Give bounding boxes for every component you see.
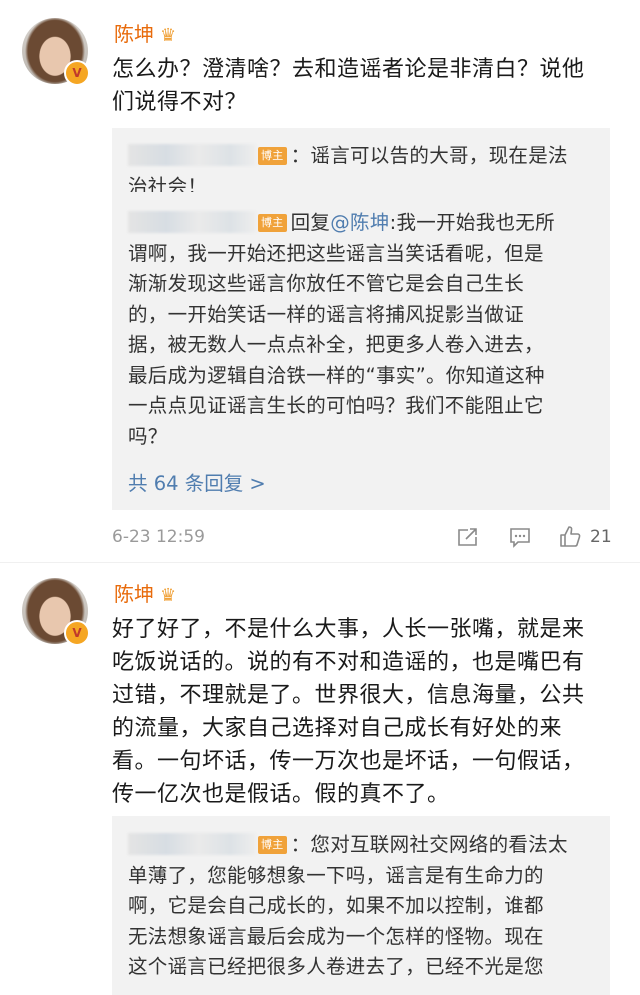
reply-line: 的，一开始笑话一样的谣言将捕风捉影当做证	[128, 302, 525, 326]
reply-line: 最后成为逻辑自洽铁一样的“事实”。你知道这种	[128, 363, 545, 387]
comment-text: 好了好了，不是什么大事，人长一张嘴，就是来 吃饭说话的。说的有不对和造谣的，也是…	[112, 613, 612, 811]
reply-line: 无法想象谣言最后会成为一个怎样的怪物。现在	[128, 924, 544, 948]
reply-line: 这个谣言已经把很多人卷进去了，已经不光是您	[128, 955, 544, 978]
author-tag: 博主	[258, 147, 287, 165]
comment-text: 怎么办？澄清啥？去和造谣者论是非清白？说他 们说得不对？	[112, 53, 612, 119]
comment-meta: 6-23 12:59 21	[112, 522, 612, 552]
comment-line: 怎么办？澄清啥？去和造谣者论是非清白？说他	[112, 57, 585, 82]
reply-line: 单薄了，您能够想象一下吗，谣言是有生命力的	[128, 863, 544, 887]
timestamp: 6-23 12:59	[112, 527, 205, 547]
reply-text: ：谣言可以告的大哥，现在是法	[290, 144, 568, 167]
comment-icon[interactable]	[508, 525, 532, 549]
reply-box[interactable]: 博主 ：您对互联网社交网络的看法太 单薄了，您能够想象一下吗，谣言是有生命力的 啊…	[112, 816, 610, 995]
reply-text: :我一开始我也无所	[389, 211, 555, 234]
reply-line: 吗？	[128, 424, 168, 448]
avatar[interactable]: V	[22, 18, 90, 86]
blurred-username	[128, 833, 256, 855]
blurred-username	[128, 144, 256, 166]
reply-box[interactable]: 博主 ：谣言可以告的大哥，现在是法 治社会！ 博主 回复@陈坤:我一开始我也无所 谓…	[112, 128, 610, 510]
mention-link[interactable]: @陈坤	[330, 211, 389, 234]
reply-line: 渐渐发现这些谣言你放任不管它是会自己生长	[128, 272, 525, 295]
like-count: 21	[590, 527, 612, 547]
reply-item[interactable]: 博主 ：谣言可以告的大哥，现在是法 治社会！	[128, 141, 598, 192]
reply-line: 据，被无数人一点点补全，把更多人卷入进去，	[128, 333, 544, 356]
username-label: 陈坤	[114, 582, 154, 606]
comment-line: 好了好了，不是什么大事，人长一张嘴，就是来	[112, 617, 585, 642]
reply-line: 博主 ：您对互联网社交网络的看法太	[128, 830, 598, 861]
like-icon[interactable]	[558, 525, 582, 549]
reply-prefix: 回复	[290, 211, 331, 234]
reply-line: 啊，它是会自己成长的，如果不加以控制，谁都	[128, 894, 544, 917]
reply-item[interactable]: 博主 ：您对互联网社交网络的看法太 单薄了，您能够想象一下吗，谣言是有生命力的 啊…	[128, 830, 598, 983]
comment-line: 看。一句坏话，传一万次也是坏话，一句假话，	[112, 749, 585, 774]
verified-badge-icon: V	[64, 60, 90, 86]
reply-line: 博主 回复@陈坤:我一开始我也无所	[128, 208, 598, 239]
comment-line: 传一亿次也是假话。假的真不了。	[112, 782, 450, 807]
blurred-username	[128, 211, 256, 233]
comment-line: 吃饭说话的。说的有不对和造谣的，也是嘴巴有	[112, 650, 585, 675]
comment-line: 的流量，大家自己选择对自己成长有好处的来	[112, 716, 563, 741]
reply-text: ：您对互联网社交网络的看法太	[290, 833, 568, 856]
username-label: 陈坤	[114, 22, 154, 46]
reply-line: 治社会！	[128, 174, 208, 192]
reply-line: 一点点见证谣言生长的可怕吗？我们不能阻止它	[128, 394, 544, 417]
comment-line: 们说得不对？	[112, 90, 248, 115]
crown-icon: ♛	[160, 25, 177, 46]
reply-line: 博主 ：谣言可以告的大哥，现在是法	[128, 141, 598, 172]
verified-badge-icon: V	[64, 620, 90, 646]
comment-line: 过错，不理就是了。世界很大，信息海量，公共	[112, 683, 585, 708]
username[interactable]: 陈坤 ♛	[114, 580, 176, 610]
reply-item[interactable]: 博主 回复@陈坤:我一开始我也无所 谓啊，我一开始还把这些谣言当笑话看呢，但是 渐…	[128, 208, 598, 452]
reply-line: 谓啊，我一开始还把这些谣言当笑话看呢，但是	[128, 241, 544, 265]
crown-icon: ♛	[160, 585, 177, 606]
divider	[0, 562, 640, 563]
username[interactable]: 陈坤 ♛	[114, 20, 176, 50]
author-tag: 博主	[258, 214, 287, 232]
share-icon[interactable]	[456, 525, 480, 549]
avatar[interactable]: V	[22, 578, 90, 646]
more-replies-link[interactable]: 共 64 条回复 >	[128, 470, 266, 498]
author-tag: 博主	[258, 836, 287, 854]
